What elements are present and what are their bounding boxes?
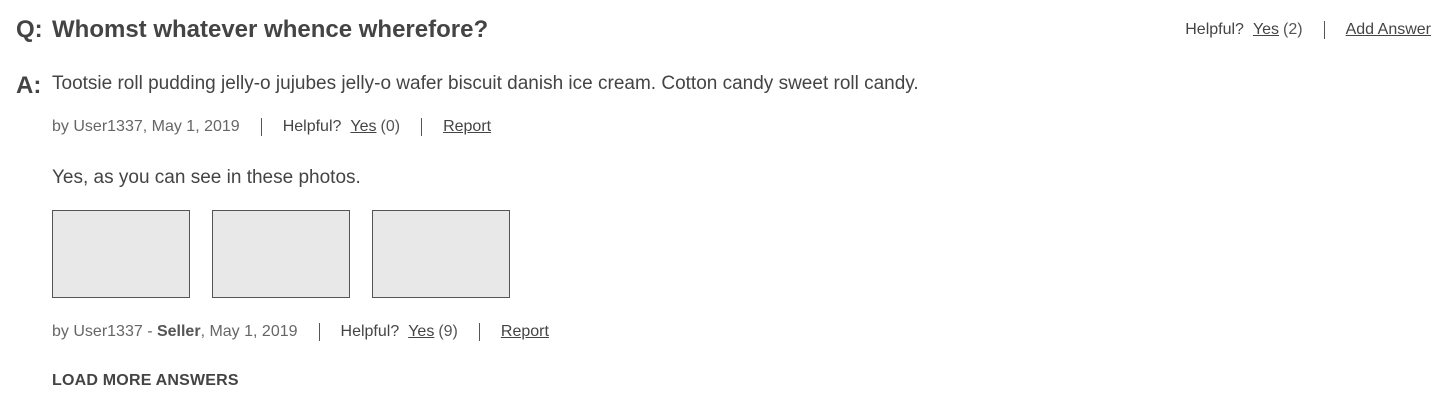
answer-1-by: by (52, 118, 69, 135)
divider (1323, 21, 1325, 39)
answer-1-author: User1337 (73, 118, 143, 135)
question-text: Whomst whatever whence wherefore? (52, 16, 489, 43)
answer-2-photos (52, 210, 532, 298)
answer-photo-thumbnail[interactable] (212, 210, 350, 298)
divider (478, 323, 480, 341)
answer-2-helpful-label: Helpful? (340, 323, 400, 340)
answer-2-text: Yes, as you can see in these photos. (52, 167, 361, 188)
load-more-answers-button[interactable]: LOAD MORE ANSWERS (52, 370, 239, 392)
question-helpful-label: Helpful? (1185, 21, 1244, 38)
question-helpful-yes-link[interactable]: Yes (1253, 19, 1279, 41)
answer-1-helpful-label: Helpful? (282, 118, 342, 135)
answer-1-date: May 1, 2019 (151, 118, 240, 135)
answer-photo-thumbnail[interactable] (372, 210, 510, 298)
answer-1-text: Tootsie roll pudding jelly-o jujubes jel… (52, 73, 919, 94)
answer-1-meta: by User1337, May 1, 2019 Helpful? Yes (0… (52, 116, 491, 138)
answer-2-date: May 1, 2019 (209, 323, 298, 340)
seller-badge: Seller (156, 323, 201, 340)
answer-1-helpful-count: (0) (380, 118, 401, 135)
divider (318, 323, 320, 341)
answer-2-meta: by User1337 - Seller, May 1, 2019 Helpfu… (52, 321, 549, 343)
answer-2-role-sep: - (147, 323, 153, 340)
add-answer-link[interactable]: Add Answer (1346, 19, 1431, 41)
divider (421, 118, 423, 136)
answer-1-helpful-yes-link[interactable]: Yes (350, 116, 376, 138)
question-helpful-count: (2) (1283, 21, 1303, 38)
answer-1-report-link[interactable]: Report (443, 116, 491, 138)
answer-2-helpful-count: (9) (438, 323, 458, 340)
answer-2-by: by (52, 323, 69, 340)
answer-2-author: User1337 (73, 323, 143, 340)
question-prefix: Q: (16, 16, 43, 43)
question-meta: Helpful? Yes (2) Add Answer (1185, 19, 1431, 41)
question-row: Q: Whomst whatever whence wherefore? Hel… (16, 14, 1431, 46)
answer-2-report-link[interactable]: Report (501, 321, 549, 343)
answer-photo-thumbnail[interactable] (52, 210, 190, 298)
divider (260, 118, 262, 136)
answer-2-helpful-yes-link[interactable]: Yes (408, 321, 434, 343)
answer-prefix: A: (16, 72, 42, 99)
